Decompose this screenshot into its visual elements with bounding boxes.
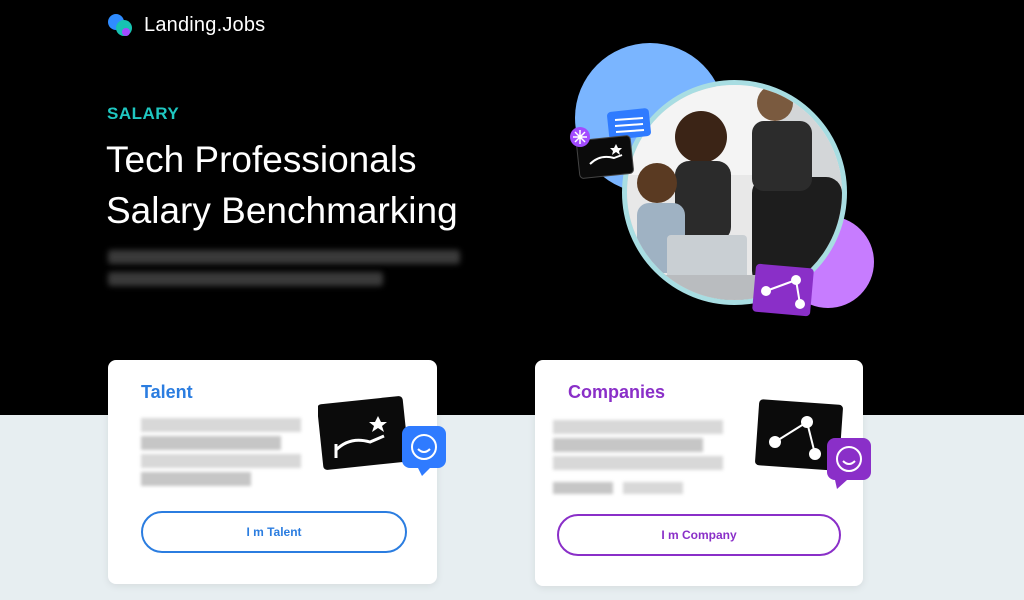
brand-logo[interactable]: Landing.Jobs [108,12,265,38]
hero-section: Landing.Jobs SALARY Tech Professionals S… [0,0,1024,415]
settings-card-icon [607,108,651,140]
network-card-icon [752,263,814,317]
sparkle-badge-icon [570,127,590,147]
page-title-line-2: Salary Benchmarking [106,190,458,231]
talent-cta-button[interactable]: I m Talent [141,511,407,553]
logo-mark-icon [108,12,134,38]
page-title: Tech Professionals Salary Benchmarking [106,134,458,236]
hero-illustration [560,40,890,330]
companies-card: Companies I m Company [535,360,871,586]
chat-smile-icon [402,426,446,476]
network-check-icon [755,399,871,489]
hand-star-icon [318,396,446,476]
companies-card-title: Companies [568,382,666,402]
chat-smile-icon [827,438,871,489]
hero-badges [570,108,814,317]
page-title-line-1: Tech Professionals [106,139,417,180]
talent-card: Talent I m Talent [108,360,446,584]
company-cta-button[interactable]: I m Company [557,514,841,556]
section-eyebrow: SALARY [107,104,180,123]
brand-name: Landing.Jobs [144,13,266,36]
talent-card-title: Talent [141,382,193,402]
